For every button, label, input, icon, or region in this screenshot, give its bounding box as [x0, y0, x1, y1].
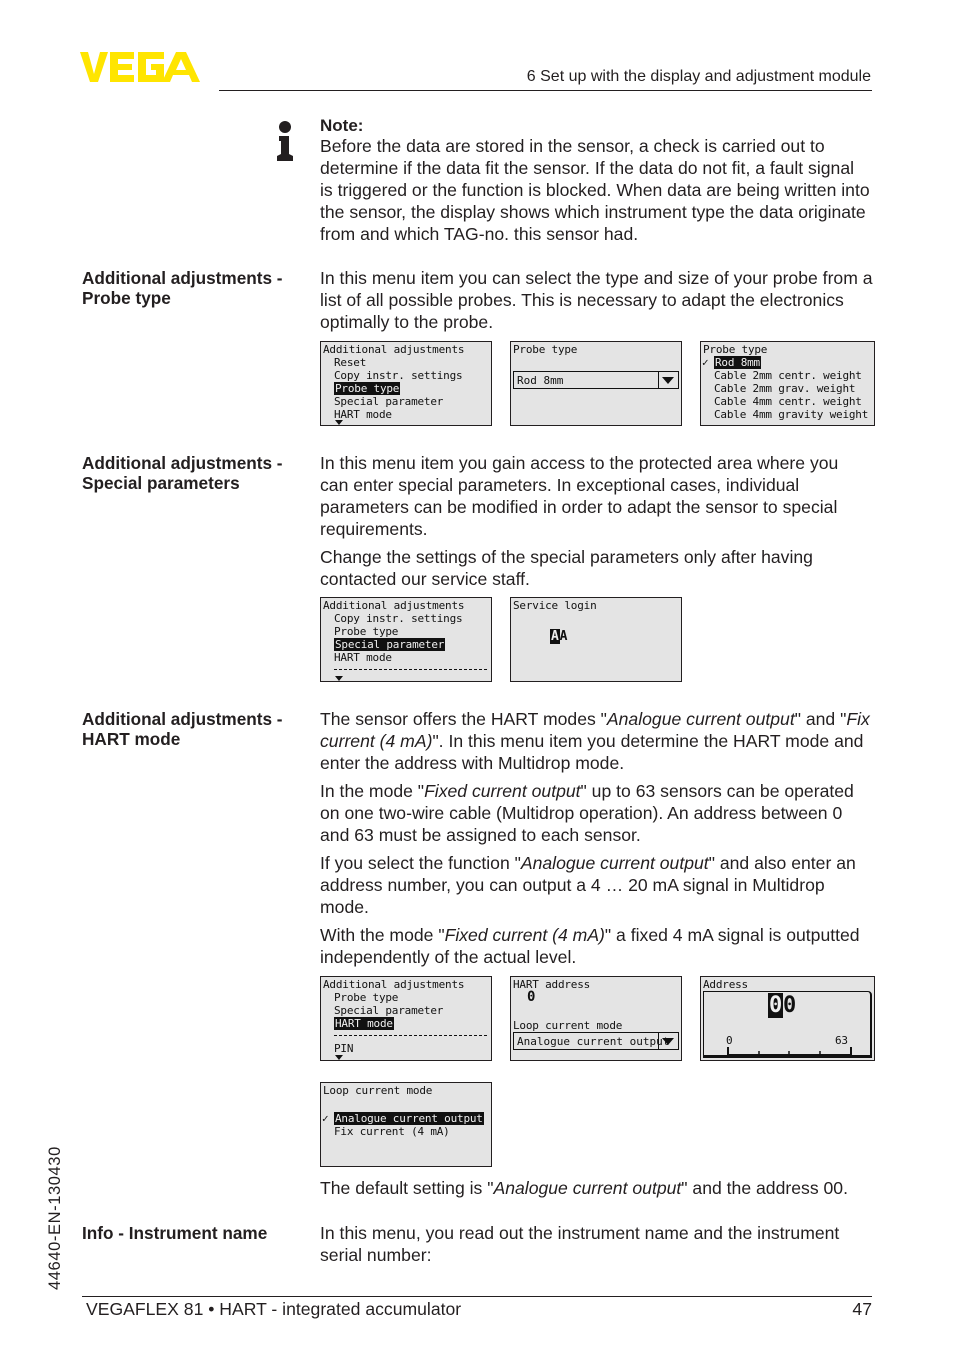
list-item-selected[interactable]: Analogue current output: [334, 1112, 484, 1125]
default-setting-text: The default setting is "Analogue current…: [320, 1177, 880, 1205]
lcd-address-editor: Address 00 0 63: [700, 976, 875, 1061]
menu-item-selected[interactable]: HART mode: [334, 1017, 394, 1030]
address-digit[interactable]: 0: [783, 993, 796, 1018]
scroll-down-icon: [335, 420, 343, 425]
heading-line: Additional adjustments -: [82, 709, 283, 729]
lcd-probe-select: Probe type Rod 8mm: [510, 341, 682, 426]
menu-item[interactable]: Reset: [334, 356, 366, 369]
paragraph: The default setting is "Analogue current…: [320, 1178, 848, 1198]
lcd-loop-current-mode: Loop current mode ✓ Analogue current out…: [320, 1082, 492, 1167]
paragraph: If you select the function "Analogue cur…: [320, 853, 856, 917]
list-item[interactable]: Cable 4mm gravity weight: [714, 408, 868, 421]
lcd-title: Additional adjustments: [323, 978, 465, 991]
login-char[interactable]: A: [560, 629, 568, 644]
hart-mode-description: The sensor offers the HART modes "Analog…: [320, 708, 876, 974]
paragraph: With the mode "Fixed current (4 mA)" a f…: [320, 925, 860, 967]
menu-separator: [334, 1035, 487, 1036]
lcd-hart-address: HART address 0 Loop current mode Analogu…: [510, 976, 682, 1061]
paragraph: In the mode "Fixed current output" up to…: [320, 781, 854, 845]
special-parameters-heading: Additional adjustments - Special paramet…: [82, 453, 312, 493]
loop-current-dropdown[interactable]: Analogue current output: [513, 1032, 679, 1050]
lcd-title: Additional adjustments: [323, 343, 465, 356]
checkmark-icon: ✓: [702, 356, 709, 369]
menu-item[interactable]: Special parameter: [334, 395, 443, 408]
address-scale: [727, 1047, 852, 1056]
heading-line: HART mode: [82, 729, 181, 749]
list-item-selected[interactable]: Rod 8mm: [714, 356, 761, 369]
heading-line: Additional adjustments -: [82, 453, 283, 473]
lcd-title: Probe type: [513, 343, 578, 356]
probe-type-heading: Additional adjustments - Probe type: [82, 268, 312, 308]
document-code: 44640-EN-130430: [46, 1146, 64, 1290]
list-item[interactable]: Fix current (4 mA): [334, 1125, 450, 1138]
lcd-probe-list: Probe type ✓ Rod 8mm Cable 2mm centr. we…: [700, 341, 875, 426]
vega-logo: [80, 52, 200, 82]
menu-item[interactable]: Copy instr. settings: [334, 369, 463, 382]
note-paragraph: Before the data are stored in the sensor…: [320, 136, 870, 244]
heading-line: Special parameters: [82, 473, 240, 493]
loop-current-label: Loop current mode: [513, 1019, 623, 1032]
hart-mode-heading: Additional adjustments - HART mode: [82, 709, 312, 749]
heading-line: Probe type: [82, 288, 171, 308]
paragraph: In this menu item you can select the typ…: [320, 268, 873, 332]
list-item[interactable]: Cable 2mm centr. weight: [714, 369, 862, 382]
scroll-down-icon: [335, 676, 343, 681]
paragraph: Change the settings of the special param…: [320, 547, 813, 589]
instrument-name-description: In this menu, you read out the instrumen…: [320, 1222, 865, 1272]
lcd-probe-menu: Additional adjustments Reset Copy instr.…: [320, 341, 492, 426]
paragraph: The sensor offers the HART modes "Analog…: [320, 709, 870, 773]
probe-type-description: In this menu item you can select the typ…: [320, 267, 875, 339]
heading-line: Additional adjustments -: [82, 268, 283, 288]
checkmark-icon: ✓: [322, 1112, 329, 1125]
lcd-title: Address: [703, 978, 748, 991]
lcd-title: Additional adjustments: [323, 599, 465, 612]
section-header: 6 Set up with the display and adjustment…: [526, 68, 871, 85]
menu-item[interactable]: PIN: [334, 1042, 353, 1055]
login-char-cursor[interactable]: A: [550, 629, 560, 644]
menu-item[interactable]: Probe type: [334, 625, 398, 638]
menu-item[interactable]: Probe type: [334, 991, 398, 1004]
list-item[interactable]: Cable 4mm centr. weight: [714, 395, 862, 408]
menu-item-selected[interactable]: Probe type: [334, 382, 401, 395]
note-title: Note:: [320, 116, 364, 135]
menu-item[interactable]: HART mode: [334, 651, 392, 664]
dropdown-arrow-icon[interactable]: [658, 1033, 678, 1049]
page-number: 47: [852, 1299, 872, 1319]
lcd-special-menu: Additional adjustments Copy instr. setti…: [320, 597, 492, 682]
lcd-service-login: Service login AA: [510, 597, 682, 682]
lcd-hart-menu: Additional adjustments Probe type Specia…: [320, 976, 492, 1061]
hart-address-value: 0: [527, 989, 536, 1005]
address-digit-cursor[interactable]: 0: [768, 993, 784, 1018]
instrument-name-heading: Info - Instrument name: [82, 1223, 268, 1243]
lcd-title: Service login: [513, 599, 597, 612]
menu-item[interactable]: Special parameter: [334, 1004, 443, 1017]
menu-separator: [334, 669, 487, 670]
dropdown-arrow-icon[interactable]: [658, 372, 678, 388]
scroll-down-icon: [335, 1055, 343, 1060]
probe-type-dropdown[interactable]: Rod 8mm: [513, 371, 679, 389]
note-text: Before the data are stored in the sensor…: [320, 135, 870, 251]
footer-divider: [82, 1296, 872, 1297]
paragraph: In this menu, you read out the instrumen…: [320, 1223, 840, 1265]
list-item[interactable]: Cable 2mm grav. weight: [714, 382, 855, 395]
special-parameters-description: In this menu item you gain access to the…: [320, 452, 865, 596]
lcd-title: HART address: [513, 978, 591, 991]
lcd-title: Loop current mode: [323, 1084, 433, 1097]
dropdown-value: Rod 8mm: [517, 374, 564, 387]
menu-item[interactable]: Copy instr. settings: [334, 612, 463, 625]
paragraph: In this menu item you gain access to the…: [320, 453, 839, 539]
info-icon: [277, 121, 293, 161]
menu-item-selected[interactable]: Special parameter: [334, 638, 446, 651]
header-divider: [219, 90, 872, 91]
footer-product: VEGAFLEX 81 • HART - integrated accumula…: [86, 1299, 462, 1319]
lcd-title: Probe type: [703, 343, 768, 356]
dropdown-value: Analogue current output: [517, 1035, 670, 1048]
